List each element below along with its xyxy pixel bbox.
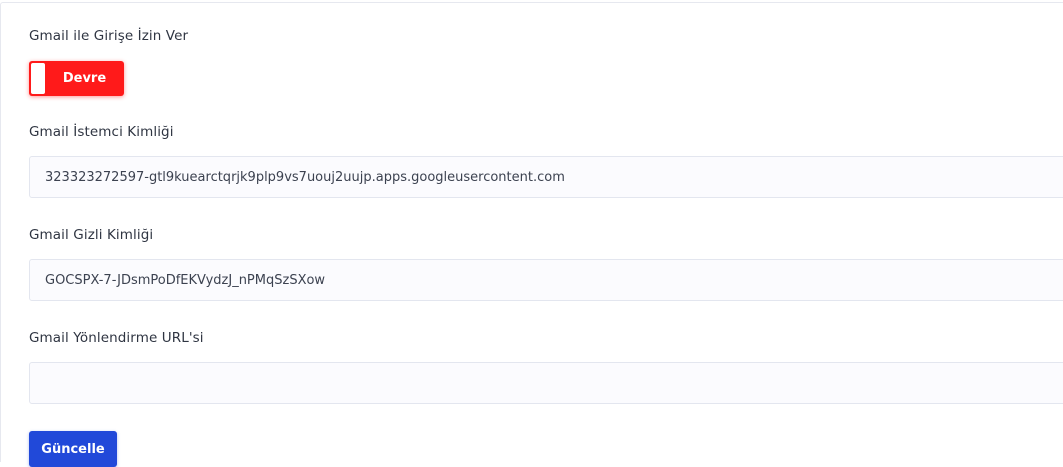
- allow-gmail-login-toggle[interactable]: Devre: [29, 61, 124, 96]
- redirect-url-input[interactable]: [29, 362, 1063, 404]
- gmail-settings-card: Gmail ile Girişe İzin Ver Devre Gmail İs…: [0, 2, 1063, 467]
- allow-gmail-login-label: Gmail ile Girişe İzin Ver: [29, 28, 189, 44]
- toggle-state-label: Devre: [62, 71, 107, 86]
- client-id-input[interactable]: [29, 156, 1063, 198]
- client-secret-label: Gmail Gizli Kimliği: [29, 227, 154, 243]
- client-secret-input[interactable]: [29, 259, 1063, 301]
- toggle-knob: [31, 63, 45, 94]
- client-id-label: Gmail İstemci Kimliği: [29, 124, 174, 140]
- redirect-url-label: Gmail Yönlendirme URL'si: [29, 330, 204, 346]
